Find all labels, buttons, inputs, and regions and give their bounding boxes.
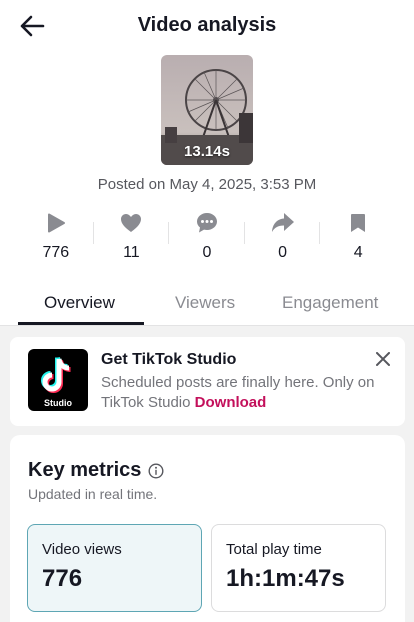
metric-total-play-time[interactable]: Total play time 1h:1m:47s (211, 524, 386, 612)
stat-value: 11 (123, 244, 140, 261)
logo-label: Studio (44, 398, 72, 408)
metric-video-views[interactable]: Video views 776 (27, 524, 202, 612)
key-metrics-title: Key metrics (28, 459, 164, 482)
stats-row: 776 11 0 0 4 (18, 210, 396, 266)
metric-label: Video views (42, 541, 122, 558)
close-button[interactable] (373, 349, 393, 369)
updated-note: Updated in real time. (28, 486, 158, 502)
tiktok-note-icon (41, 356, 71, 393)
promo-title: Get TikTok Studio (101, 351, 237, 368)
close-icon (376, 352, 390, 366)
stat-value: 776 (42, 244, 70, 261)
stat-views: 776 (18, 210, 94, 266)
share-icon (271, 213, 294, 232)
stat-value: 4 (353, 244, 363, 261)
stat-likes: 11 (94, 210, 170, 266)
video-duration: 13.14s (184, 143, 230, 160)
bookmark-icon (351, 214, 366, 232)
header-section: Video analysis 13.14s Posted on May 4, 2… (0, 0, 414, 326)
page-title: Video analysis (137, 14, 277, 36)
section-heading: Key metrics (28, 459, 142, 481)
tab-viewers[interactable]: Viewers (175, 293, 235, 313)
video-thumbnail[interactable]: 13.14s (161, 55, 253, 165)
comment-icon (196, 213, 217, 233)
key-metrics-card: Key metrics Updated in real time. Video … (10, 435, 405, 622)
promo-text: Scheduled posts are finally here. Only o… (101, 373, 383, 413)
tab-overview[interactable]: Overview (44, 293, 115, 313)
info-icon[interactable] (148, 462, 164, 479)
heart-icon (121, 214, 142, 232)
stat-shares: 0 (245, 210, 321, 266)
metric-label: Total play time (226, 541, 322, 558)
stat-saves: 4 (320, 210, 396, 266)
stat-comments: 0 (169, 210, 245, 266)
tiktok-studio-logo: Studio (28, 349, 88, 411)
stat-value: 0 (278, 244, 288, 261)
stat-value: 0 (202, 244, 212, 261)
tab-bar: Overview Viewers Engagement (0, 285, 414, 326)
active-tab-indicator (18, 322, 144, 325)
tab-engagement[interactable]: Engagement (282, 293, 378, 313)
metric-value: 1h:1m:47s (226, 565, 345, 592)
posted-date: Posted on May 4, 2025, 3:53 PM (97, 176, 317, 193)
studio-promo-banner: Studio Get TikTok Studio Scheduled posts… (10, 337, 405, 426)
play-icon (47, 213, 65, 233)
metric-value: 776 (42, 565, 83, 592)
download-link[interactable]: Download (195, 394, 267, 411)
